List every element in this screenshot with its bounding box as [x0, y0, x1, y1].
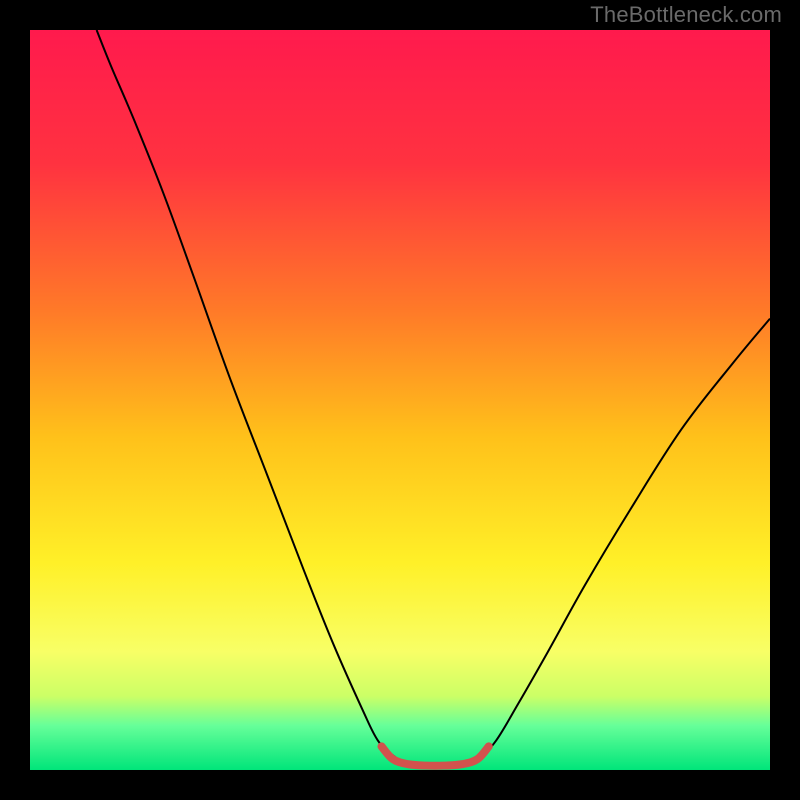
gradient-background: [30, 30, 770, 770]
plot-area: [30, 30, 770, 770]
watermark-text: TheBottleneck.com: [590, 2, 782, 28]
chart-container: TheBottleneck.com: [0, 0, 800, 800]
chart-svg: [30, 30, 770, 770]
